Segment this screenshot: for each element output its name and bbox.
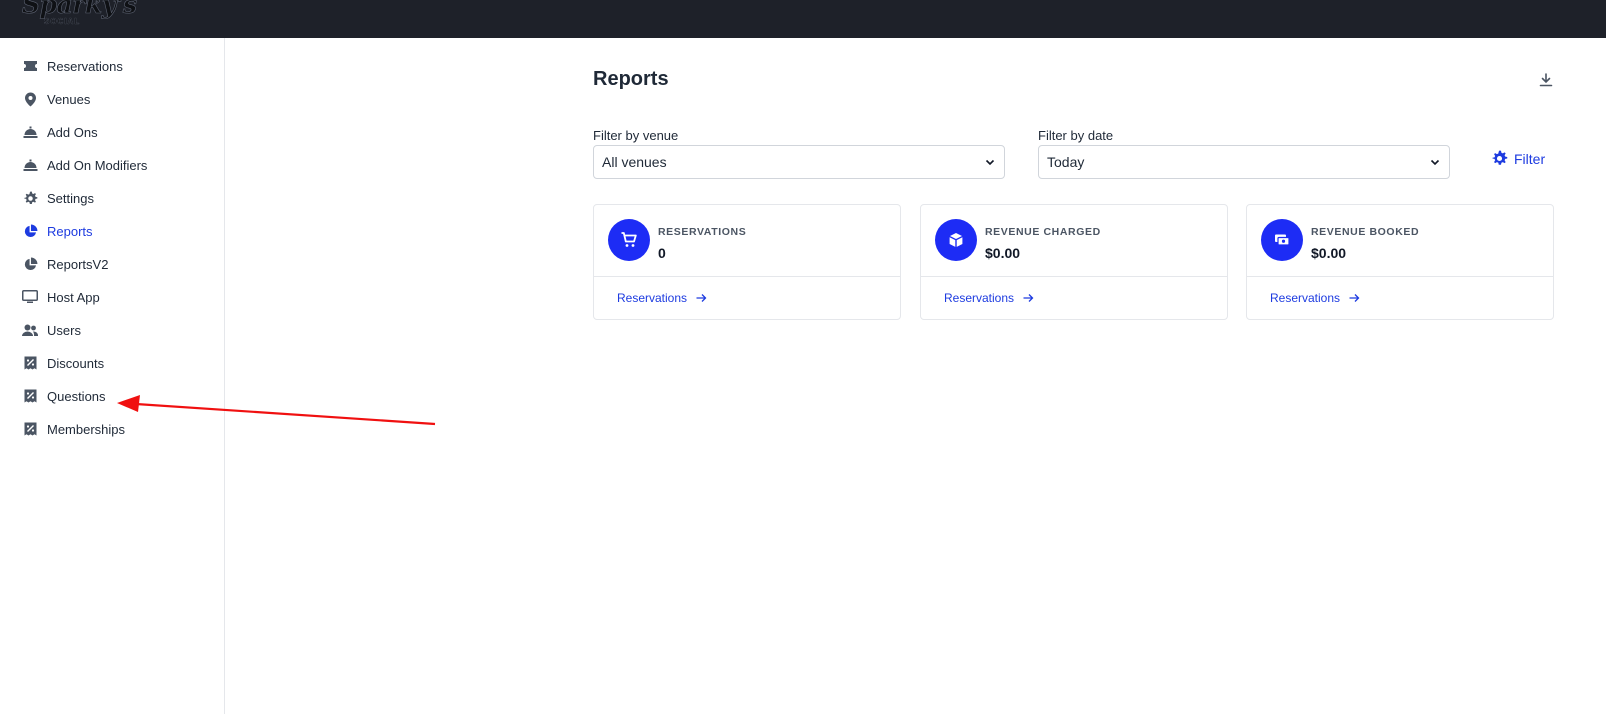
annotation-arrow: [117, 395, 436, 426]
card-link-label: Reservations: [1270, 291, 1341, 305]
cloche-icon: [22, 124, 38, 140]
sidebar: Reservations Venues Add Ons Add On Modif…: [0, 38, 225, 714]
sidebar-item-users[interactable]: Users: [22, 319, 81, 341]
sidebar-item-host-app[interactable]: Host App: [22, 286, 100, 308]
stat-card-reservations: RESERVATIONS 0 Reservations: [593, 204, 901, 320]
card-title: REVENUE CHARGED: [985, 226, 1101, 238]
card-value: 0: [658, 245, 666, 261]
chevron-down-icon: [985, 159, 995, 166]
card-link-reservations[interactable]: Reservations: [617, 291, 707, 305]
discount-tag-icon: [22, 388, 38, 404]
card-divider: [921, 276, 1227, 277]
monitor-icon: [22, 289, 38, 305]
card-value: $0.00: [1311, 245, 1347, 261]
date-filter-select[interactable]: Today: [1038, 145, 1450, 179]
card-icon-badge: [935, 219, 977, 261]
discount-tag-icon: [22, 421, 38, 437]
sidebar-item-label: Reports: [47, 223, 93, 239]
card-link-reservations[interactable]: Reservations: [944, 291, 1034, 305]
card-divider: [1247, 276, 1553, 277]
cloche-icon: [22, 157, 38, 173]
sidebar-item-label: Users: [47, 322, 81, 338]
stat-card-revenue-booked: REVENUE BOOKED $0.00 Reservations: [1246, 204, 1554, 320]
pie-chart-icon: [22, 223, 38, 239]
users-icon: [22, 322, 38, 338]
filter-button[interactable]: Filter: [1491, 150, 1545, 167]
sidebar-item-add-on-modifiers[interactable]: Add On Modifiers: [22, 154, 147, 176]
sidebar-item-label: Questions: [47, 388, 106, 404]
sidebar-item-reservations[interactable]: Reservations: [22, 55, 123, 77]
arrow-right-icon: [696, 294, 707, 302]
card-link-reservations[interactable]: Reservations: [1270, 291, 1360, 305]
chevron-down-icon: [1430, 159, 1440, 166]
card-icon-badge: [608, 219, 650, 261]
cube-icon: [949, 233, 963, 247]
sidebar-item-label: Reservations: [47, 58, 123, 74]
date-filter-label: Filter by date: [1038, 128, 1114, 143]
card-title: REVENUE BOOKED: [1311, 226, 1420, 238]
sidebar-item-memberships[interactable]: Memberships: [22, 418, 125, 440]
top-bar: Sparky's SOCIAL: [0, 0, 1606, 38]
filter-button-label: Filter: [1514, 150, 1546, 167]
date-filter-value: Today: [1047, 154, 1085, 170]
logo-subtitle: SOCIAL: [44, 17, 81, 26]
card-link-label: Reservations: [944, 291, 1015, 305]
sidebar-item-discounts[interactable]: Discounts: [22, 352, 104, 374]
pie-chart-icon: [22, 256, 38, 272]
venue-filter-value: All venues: [602, 154, 667, 170]
page-title: Reports: [593, 68, 669, 90]
card-link-label: Reservations: [617, 291, 688, 305]
discount-tag-icon: [22, 355, 38, 371]
sidebar-item-questions[interactable]: Questions: [22, 385, 106, 407]
gear-icon: [22, 190, 38, 206]
sidebar-item-label: Discounts: [47, 355, 105, 371]
cart-icon: [621, 232, 637, 247]
gear-icon: [1492, 150, 1508, 165]
sidebar-item-label: Add On Modifiers: [47, 157, 148, 173]
sidebar-item-label: Settings: [47, 190, 94, 206]
card-title: RESERVATIONS: [658, 226, 747, 238]
arrow-right-icon: [1023, 294, 1034, 302]
ticket-icon: [22, 58, 38, 74]
sidebar-item-label: Add Ons: [47, 124, 98, 140]
venue-filter-label: Filter by venue: [593, 128, 679, 143]
sidebar-item-label: ReportsV2: [47, 256, 109, 272]
venue-filter-select[interactable]: All venues: [593, 145, 1005, 179]
sidebar-item-settings[interactable]: Settings: [22, 187, 94, 209]
map-pin-icon: [22, 91, 38, 107]
app-logo[interactable]: Sparky's SOCIAL: [22, 0, 138, 26]
card-value: $0.00: [985, 245, 1021, 261]
sidebar-item-label: Venues: [47, 91, 91, 107]
sidebar-item-reports[interactable]: Reports: [22, 220, 93, 242]
download-button[interactable]: [1537, 71, 1555, 89]
card-icon-badge: [1261, 219, 1303, 261]
cash-icon: [1275, 234, 1290, 246]
stat-card-revenue-charged: REVENUE CHARGED $0.00 Reservations: [920, 204, 1228, 320]
sidebar-item-add-ons[interactable]: Add Ons: [22, 121, 98, 143]
download-icon: [1539, 73, 1553, 87]
sidebar-item-label: Host App: [47, 289, 100, 305]
arrow-right-icon: [1349, 294, 1360, 302]
sidebar-item-venues[interactable]: Venues: [22, 88, 90, 110]
sidebar-item-reportsv2[interactable]: ReportsV2: [22, 253, 108, 275]
sidebar-item-label: Memberships: [47, 421, 126, 437]
card-divider: [594, 276, 900, 277]
